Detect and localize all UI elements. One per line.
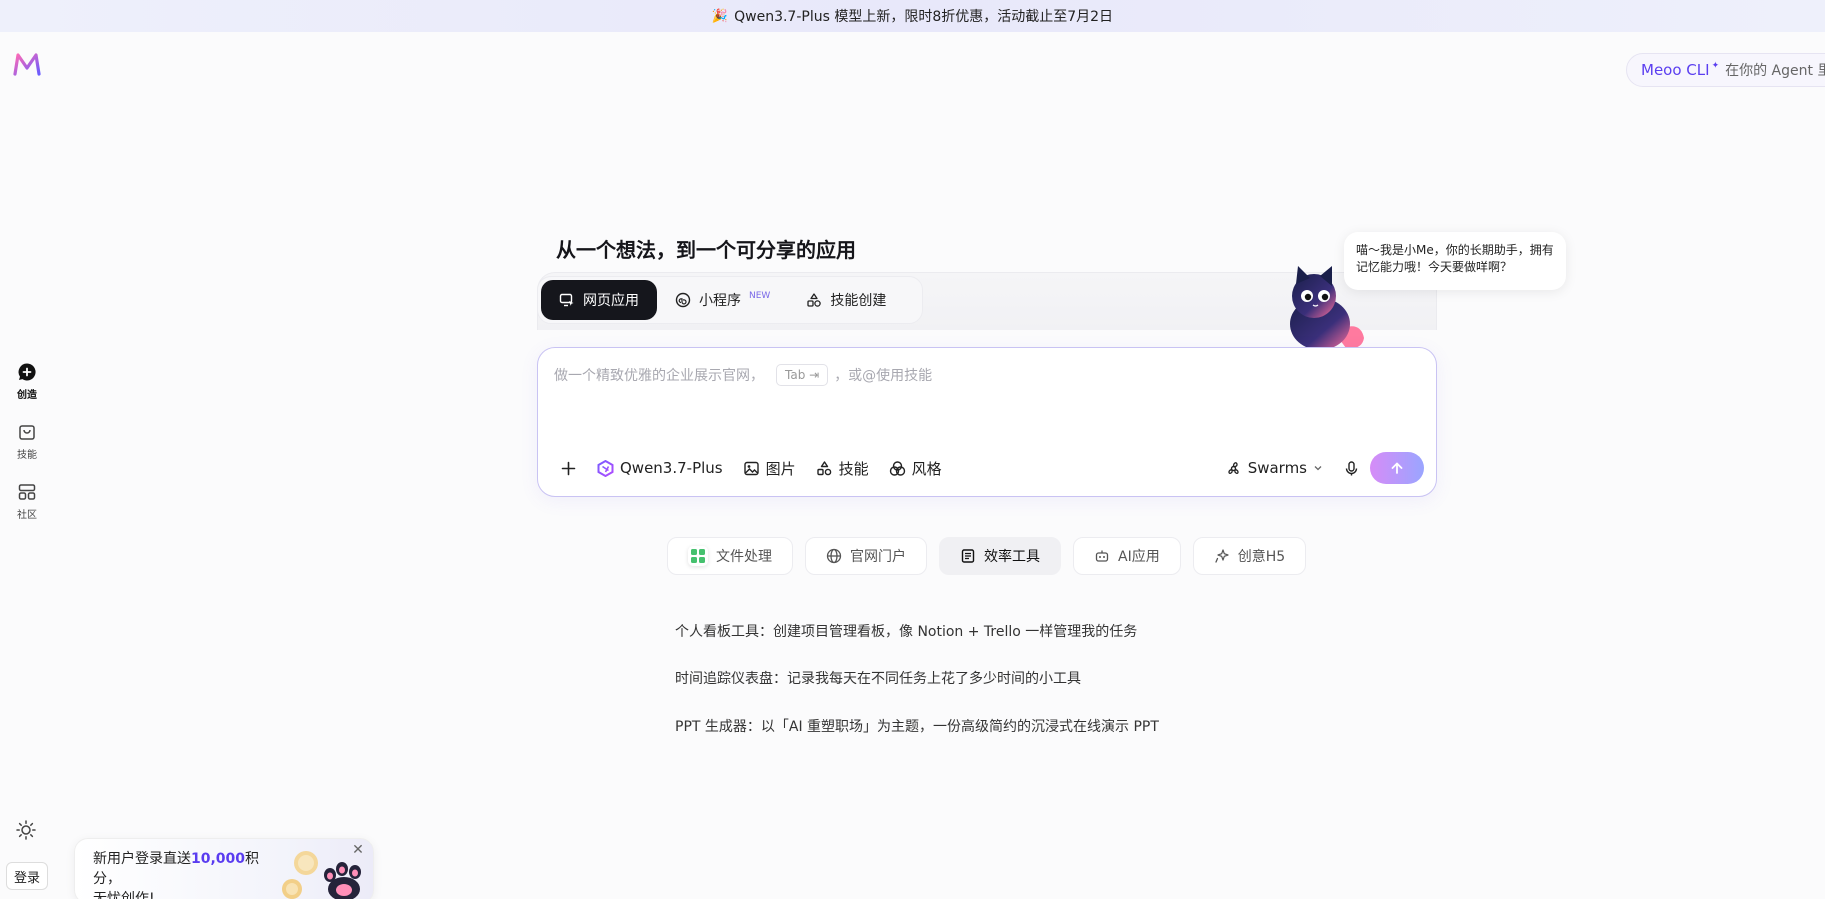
chevron-down-icon [1314, 466, 1322, 471]
monitor-cursor-icon [559, 293, 574, 307]
cli-promo-pill[interactable]: Meoo CLI ✦ 在你的 Agent 里 [1626, 53, 1825, 87]
arrow-up-icon [1391, 462, 1403, 474]
shapes-icon [816, 460, 831, 475]
prompt-input-card[interactable]: 做一个精致优雅的企业展示官网， Tab ⇥ ，或@使用技能 Qwen3.7-Pl… [537, 347, 1437, 497]
chip-creative-h5[interactable]: 创意H5 [1192, 537, 1307, 575]
qwen-logo-icon [597, 459, 614, 477]
tab-key-hint: Tab ⇥ [776, 364, 829, 386]
image-icon [743, 461, 759, 475]
tab-web-app[interactable]: 网页应用 [541, 280, 657, 320]
suggestion-item[interactable]: 时间追踪仪表盘：记录我每天在不同任务上花了多少时间的小工具 [675, 668, 1081, 688]
send-button[interactable] [1370, 452, 1424, 484]
chip-file-processing[interactable]: 文件处理 [667, 537, 793, 575]
suggestion-item[interactable]: PPT 生成器：以「AI 重塑职场」为主题，一份高级简约的沉浸式在线演示 PPT [675, 716, 1159, 736]
mode-selector[interactable]: Swarms [1215, 452, 1333, 484]
model-selector[interactable]: Qwen3.7-Plus [587, 452, 733, 484]
category-chips: 文件处理 官网门户 效率工具 AI应用 创意H5 [667, 537, 1307, 575]
sparkle-icon [1215, 549, 1229, 563]
palette-icon [889, 460, 905, 476]
shapes-icon [807, 293, 822, 307]
voice-input-button[interactable] [1333, 452, 1370, 484]
placeholder-text-suffix: ，或@使用技能 [834, 368, 933, 384]
robot-icon [1095, 550, 1109, 562]
announcement-banner[interactable]: 🎉 Qwen3.7-Plus 模型上新，限时8折优惠，活动截止至7月2日 [0, 0, 1825, 32]
skill-button[interactable]: 技能 [806, 452, 879, 484]
document-list-icon [961, 549, 975, 563]
spreadsheet-icon [688, 546, 708, 566]
microphone-icon [1345, 460, 1358, 475]
input-toolbar: Qwen3.7-Plus 图片 技能 风格 Swarms [550, 452, 1424, 484]
placeholder-text: 做一个精致优雅的企业展示官网， [554, 368, 764, 384]
close-icon[interactable]: ✕ [349, 841, 367, 859]
party-popper-icon: 🎉 [711, 8, 729, 24]
tab-mini-program[interactable]: 小程序 NEW [657, 280, 788, 320]
sun-icon[interactable] [15, 819, 37, 841]
chip-website-portal[interactable]: 官网门户 [805, 537, 927, 575]
banner-text: Qwen3.7-Plus 模型上新，限时8折优惠，活动截止至7月2日 [734, 9, 1114, 25]
chip-productivity-tools[interactable]: 效率工具 [939, 537, 1061, 575]
mini-program-icon [675, 292, 691, 308]
cli-description: 在你的 Agent 里 [1725, 63, 1825, 79]
chip-ai-apps[interactable]: AI应用 [1073, 537, 1181, 575]
login-button[interactable]: 登录 [6, 862, 48, 890]
chat-plus-icon [16, 361, 38, 383]
new-badge: NEW [749, 291, 771, 301]
add-button[interactable] [550, 452, 587, 484]
sidebar-item-label: 社区 [17, 510, 37, 521]
image-button[interactable]: 图片 [733, 452, 806, 484]
sidebar-item-label: 创造 [17, 390, 37, 401]
mascot-speech-bubble: 喵～我是小Me，你的长期助手，拥有记忆能力哦！今天要做咩啊？ [1344, 232, 1566, 290]
swarm-icon [1228, 461, 1239, 474]
grid-icon [16, 481, 38, 503]
app-logo[interactable] [12, 50, 42, 80]
coins-icon [282, 851, 318, 899]
promo-card[interactable]: 新用户登录直送10,000积分， 无忧创作! ✕ [74, 838, 374, 899]
mode-tabs: 网页应用 小程序 NEW 技能创建 [537, 276, 923, 324]
sidebar-item-community[interactable]: 社区 [8, 481, 46, 521]
suggestion-item[interactable]: 个人看板工具：创建项目管理看板，像 Notion + Trello 一样管理我的… [675, 621, 1137, 641]
sidebar-item-label: 技能 [17, 450, 37, 461]
promo-text: 新用户登录直送10,000积分， 无忧创作! [93, 851, 260, 899]
sidebar-item-create[interactable]: 创造 [8, 361, 46, 401]
paw-icon [324, 862, 361, 899]
style-button[interactable]: 风格 [879, 452, 952, 484]
plus-icon [561, 461, 576, 475]
sidebar-item-skills[interactable]: 技能 [8, 421, 46, 461]
globe-icon [826, 548, 842, 564]
prompt-input[interactable]: 做一个精致优雅的企业展示官网， Tab ⇥ ，或@使用技能 [554, 364, 932, 386]
page-title: 从一个想法，到一个可分享的应用 [556, 238, 856, 262]
cli-name: Meoo CLI [1641, 61, 1710, 79]
bag-icon [16, 421, 38, 443]
tab-skill-create[interactable]: 技能创建 [788, 280, 904, 320]
sparkle-icon: ✦ [1711, 61, 1720, 71]
